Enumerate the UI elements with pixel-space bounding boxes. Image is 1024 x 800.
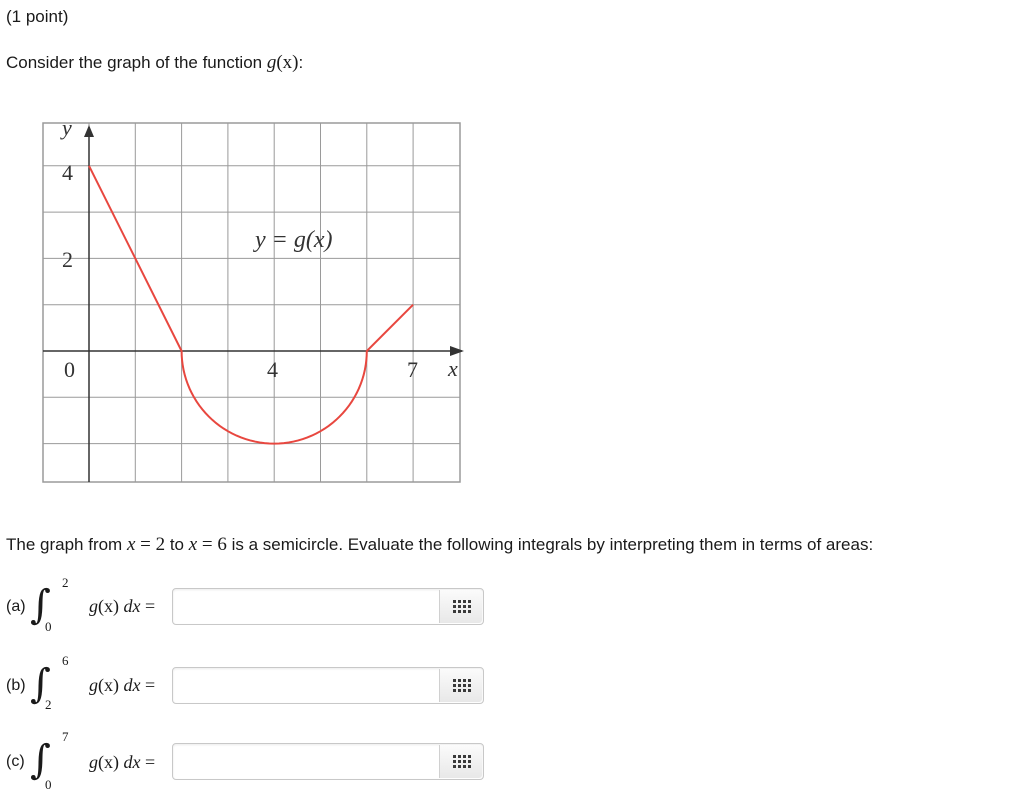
keypad-icon (453, 600, 471, 613)
answer-box (172, 743, 484, 780)
y-axis-label: y (60, 115, 72, 140)
axes (43, 125, 464, 482)
tick-x7: 7 (407, 357, 418, 382)
intro-arg: (x) (276, 52, 299, 73)
integrand-equals: = (140, 596, 156, 616)
question-label: (b) (6, 677, 26, 694)
statement-p1: The graph from (6, 535, 127, 554)
intro-func: g (266, 52, 277, 73)
tick-origin: 0 (64, 357, 75, 382)
integrand: g(x) dx = (89, 675, 155, 696)
upper-limit: 7 (62, 729, 69, 744)
lower-limit: 0 (45, 619, 52, 634)
integrand-func: g (89, 675, 98, 695)
lower-limit: 0 (45, 777, 52, 792)
question-c: (c) ∫ 7 0 g(x) dx = (0, 727, 1024, 797)
statement-x2: x (188, 534, 198, 555)
answer-input-a[interactable] (179, 593, 423, 622)
intro-text: Consider the graph of the function g(x): (6, 52, 303, 74)
integrand-d: dx (119, 752, 141, 772)
upper-limit: 2 (62, 575, 69, 590)
answer-box (172, 667, 484, 704)
question-b: (b) ∫ 6 2 g(x) dx = (0, 651, 1024, 721)
question-a: (a) ∫ 2 0 g(x) dx = (0, 573, 1024, 643)
integrand-func: g (89, 752, 98, 772)
question-label: (a) (6, 598, 26, 615)
integrand-arg: (x) (98, 596, 119, 616)
tick-y4: 4 (62, 160, 73, 185)
function-graph: y x 4 2 0 4 7 y = g(x) (7, 95, 497, 513)
lower-limit: 2 (45, 697, 52, 712)
tick-y2: 2 (62, 247, 73, 272)
graph-svg: y x 4 2 0 4 7 y = g(x) (42, 115, 464, 483)
integrand: g(x) dx = (89, 752, 155, 773)
statement-v2: 6 (217, 534, 227, 555)
keypad-icon (453, 755, 471, 768)
statement-eq2: = (197, 534, 218, 555)
tick-x4: 4 (267, 357, 278, 382)
answer-input-b[interactable] (179, 672, 423, 701)
curve-label: y = g(x) (253, 227, 332, 253)
integrand-arg: (x) (98, 752, 119, 772)
math-keyboard-button[interactable] (439, 669, 482, 702)
intro-prefix: Consider the graph of the function (6, 53, 267, 72)
integrand-d: dx (119, 596, 141, 616)
statement-text: The graph from x = 2 to x = 6 is a semic… (6, 534, 873, 556)
statement-v1: 2 (155, 534, 166, 555)
integrand: g(x) dx = (89, 596, 155, 617)
x-axis-label: x (447, 356, 458, 381)
statement-p3: is a semicircle. Evaluate the following … (226, 535, 874, 554)
question-label: (c) (6, 753, 25, 770)
statement-eq1: = (135, 534, 156, 555)
math-keyboard-button[interactable] (439, 590, 482, 623)
integrand-equals: = (140, 675, 156, 695)
integrand-equals: = (140, 752, 156, 772)
integral-sign: ∫ (30, 737, 51, 783)
integrand-func: g (89, 596, 98, 616)
integrand-d: dx (119, 675, 141, 695)
x-axis-arrow (450, 346, 464, 356)
integrand-arg: (x) (98, 675, 119, 695)
grid (42, 122, 461, 483)
intro-suffix: : (298, 53, 304, 72)
answer-input-c[interactable] (179, 748, 423, 777)
statement-p2: to (165, 535, 189, 554)
answer-box (172, 588, 484, 625)
y-axis-arrow (84, 125, 94, 137)
upper-limit: 6 (62, 653, 69, 668)
points-label: (1 point) (6, 7, 69, 26)
grid-frame (42, 122, 461, 483)
keypad-icon (453, 679, 471, 692)
math-keyboard-button[interactable] (439, 745, 482, 778)
